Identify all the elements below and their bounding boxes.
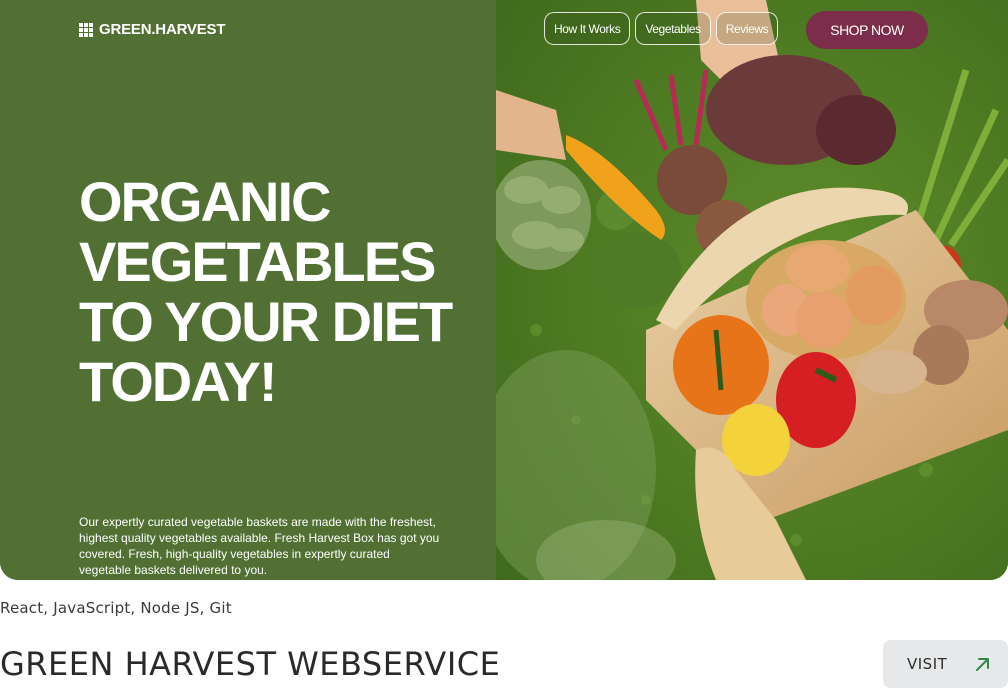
grid-icon (79, 22, 93, 37)
hero-headline: ORGANIC VEGETABLES TO YOUR DIET TODAY! (79, 172, 479, 412)
vegetable-basket-photo (496, 0, 1008, 580)
arrow-up-right-icon (976, 658, 990, 671)
logo-text: GREEN.HARVEST (99, 21, 226, 38)
headline-line: TODAY! (79, 350, 278, 413)
nav-item-reviews[interactable]: Reviews (715, 12, 779, 45)
headline-line: ORGANIC (79, 170, 331, 233)
shop-now-button[interactable]: SHOP NOW (806, 11, 928, 49)
brand-logo[interactable]: GREEN.HARVEST (79, 21, 226, 38)
visit-label: VISIT (907, 655, 948, 673)
tech-stack: React, JavaScript, Node JS, Git (0, 599, 232, 617)
headline-line: TO YOUR DIET (79, 290, 453, 353)
hero-card: GREEN.HARVEST ORGANIC VEGETABLES TO YOUR… (0, 0, 1008, 580)
nav-item-how-it-works[interactable]: How It Works (544, 12, 631, 45)
headline-line: VEGETABLES (79, 230, 436, 293)
hero-description: Our expertly curated vegetable baskets a… (79, 515, 440, 577)
visit-button[interactable]: VISIT (883, 640, 1008, 688)
top-nav: How It Works Vegetables Reviews (544, 12, 779, 45)
nav-item-vegetables[interactable]: Vegetables (635, 12, 711, 45)
hero-left-panel: GREEN.HARVEST ORGANIC VEGETABLES TO YOUR… (0, 0, 496, 580)
project-title: GREEN HARVEST WEBSERVICE (0, 645, 501, 683)
